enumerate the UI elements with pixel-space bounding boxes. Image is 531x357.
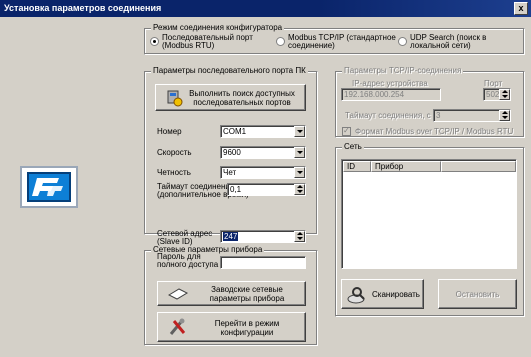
stop-label: Остановить: [455, 290, 500, 299]
port-spinner-icon[interactable]: [499, 89, 510, 100]
tcp-legend: Параметры TCP/IP-соединения: [342, 66, 464, 75]
window-titlebar: Установка параметров соединения: [0, 0, 531, 17]
port-label: Порт: [484, 79, 503, 88]
search-ports-label: Выполнить поиск доступных последовательны…: [189, 89, 295, 107]
eraser-icon: [167, 288, 189, 300]
scan-label: Сканировать: [372, 290, 420, 299]
computer-icon: [167, 90, 183, 107]
modbus-format-label: Формат Modbus over TCP/IP / Modbus RTU: [355, 127, 514, 136]
tcp-timeout-spinner-icon[interactable]: [499, 110, 510, 121]
config-mode-label: Перейти в режим конфигурации: [214, 319, 280, 337]
network-legend: Сеть: [342, 142, 364, 151]
ip-address-label: IP-адрес устройства: [352, 79, 428, 88]
factory-settings-button[interactable]: Заводские сетевые параметры прибора: [157, 281, 306, 306]
parity-dropdown-icon[interactable]: [294, 167, 305, 178]
slave-address-label: Сетевой адрес (Slave ID): [157, 229, 213, 246]
config-mode-button[interactable]: Перейти в режим конфигурации: [157, 312, 306, 342]
port-number-dropdown-icon[interactable]: [294, 126, 305, 137]
ip-address-input[interactable]: 192.168.000.254: [341, 88, 441, 101]
column-header-device[interactable]: Прибор: [371, 161, 441, 172]
search-ports-button[interactable]: Выполнить поиск доступных последовательны…: [155, 84, 306, 111]
serial-timeout-spinner-icon[interactable]: [294, 184, 305, 195]
modbus-format-checkbox[interactable]: [342, 126, 351, 136]
tools-icon: [169, 318, 186, 335]
window-title: Установка параметров соединения: [4, 3, 162, 13]
close-button[interactable]: x: [514, 2, 528, 15]
port-number-label: Номер: [157, 127, 182, 136]
scan-icon: [347, 287, 365, 304]
mode-udp-label: UDP Search (поиск в локальной сети): [410, 33, 487, 50]
password-input[interactable]: [220, 256, 306, 269]
slave-address-spinner-icon[interactable]: [294, 231, 305, 242]
mode-radio-udp[interactable]: [398, 37, 407, 46]
mode-radio-tcp[interactable]: [276, 37, 285, 46]
mode-serial-label: Последовательный порт (Modbus RTU): [162, 33, 253, 50]
tcp-timeout-label: Таймаут соединения, с :: [345, 111, 436, 120]
column-header-id[interactable]: ID: [343, 161, 371, 172]
parity-label: Четность: [157, 168, 191, 177]
mode-legend: Режим соединения конфигуратора: [151, 23, 285, 32]
speed-label: Скорость: [157, 148, 192, 157]
scan-button[interactable]: Сканировать: [341, 279, 424, 309]
column-header-empty: [441, 161, 516, 172]
serial-legend: Параметры последовательного порта ПК: [151, 66, 308, 75]
factory-settings-label: Заводские сетевые параметры прибора: [209, 285, 285, 303]
device-list[interactable]: ID Прибор: [341, 159, 517, 269]
logo-icon: [27, 172, 71, 202]
speed-dropdown-icon[interactable]: [294, 147, 305, 158]
mode-radio-serial[interactable]: [150, 37, 159, 46]
app-logo: [20, 166, 78, 208]
password-label: Пароль для полного доступа: [157, 252, 219, 269]
mode-tcp-label: Modbus TCP/IP (стандартное соединение): [288, 33, 396, 50]
stop-button[interactable]: Остановить: [438, 279, 517, 309]
